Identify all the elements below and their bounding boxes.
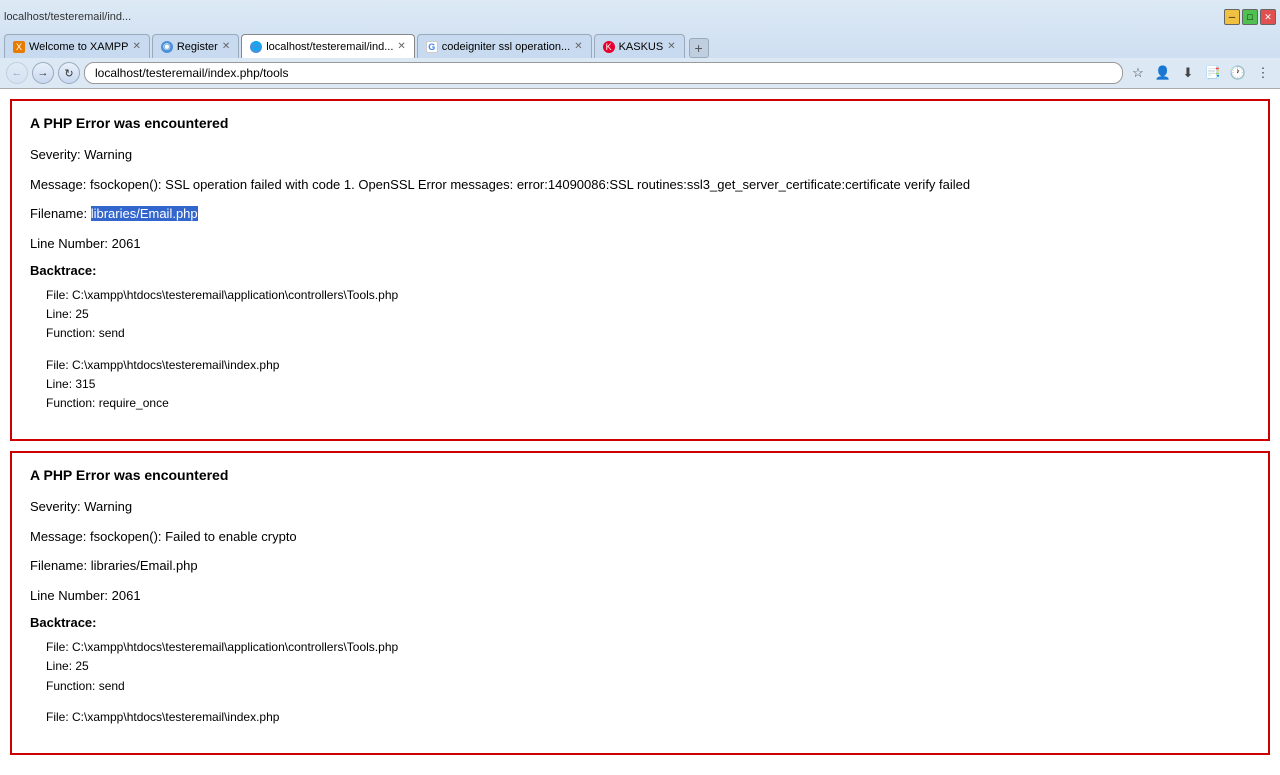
- filename-label-2: Filename:: [30, 558, 87, 573]
- error-linenumber-2: Line Number: 2061: [30, 586, 1250, 606]
- severity-value-1: Warning: [84, 147, 132, 162]
- window-title: localhost/testeremail/ind...: [4, 11, 131, 23]
- tab-localhost[interactable]: 🌐 localhost/testeremail/ind... ✕: [241, 34, 415, 58]
- backtrace-line-2-0: Line: 25: [46, 657, 1250, 676]
- browser-chrome: localhost/testeremail/ind... ─ □ ✕ X Wel…: [0, 0, 1280, 89]
- forward-button[interactable]: →: [32, 62, 54, 84]
- filename-value-2: libraries/Email.php: [91, 558, 198, 573]
- tab-xampp-label: Welcome to XAMPP: [29, 41, 128, 53]
- error-title-2: A PHP Error was encountered: [30, 467, 1250, 483]
- tab-register-close[interactable]: ✕: [222, 41, 230, 52]
- close-button[interactable]: ✕: [1260, 9, 1276, 25]
- tab-codeigniter-label: codeigniter ssl operation...: [442, 41, 570, 53]
- person-icon[interactable]: 👤: [1152, 62, 1174, 84]
- tab-codeigniter-icon: G: [426, 41, 438, 53]
- error-severity-2: Severity: Warning: [30, 497, 1250, 517]
- tab-xampp[interactable]: X Welcome to XAMPP ✕: [4, 34, 150, 58]
- backtrace-section-1: Backtrace: File: C:\xampp\htdocs\testere…: [30, 263, 1250, 413]
- tab-register-label: Register: [177, 41, 218, 53]
- backtrace-line-1-0: Line: 25: [46, 305, 1250, 324]
- backtrace-entry-1-1: File: C:\xampp\htdocs\testeremail\index.…: [46, 356, 1250, 414]
- message-value-2: fsockopen(): Failed to enable crypto: [90, 529, 297, 544]
- error-box-1: A PHP Error was encountered Severity: Wa…: [10, 99, 1270, 441]
- back-button[interactable]: ←: [6, 62, 28, 84]
- error-filename-1: Filename: libraries/Email.php: [30, 204, 1250, 224]
- tab-localhost-close[interactable]: ✕: [397, 41, 405, 52]
- linenumber-label-1: Line Number:: [30, 236, 108, 251]
- error-filename-2: Filename: libraries/Email.php: [30, 556, 1250, 576]
- toolbar-icons: ☆ 👤 ⬇ 📑 🕐 ⋮: [1127, 62, 1274, 84]
- tab-localhost-label: localhost/testeremail/ind...: [266, 41, 393, 53]
- backtrace-title-2: Backtrace:: [30, 615, 1250, 630]
- linenumber-label-2: Line Number:: [30, 588, 108, 603]
- tab-kaskus-label: KASKUS: [619, 41, 664, 53]
- linenumber-value-1: 2061: [112, 236, 141, 251]
- message-label-1: Message:: [30, 177, 86, 192]
- tabs-row: X Welcome to XAMPP ✕ ◉ Register ✕ 🌐 loca…: [0, 30, 1280, 58]
- backtrace-function-1-0: Function: send: [46, 324, 1250, 343]
- apps-icon[interactable]: ⋮: [1252, 62, 1274, 84]
- backtrace-section-2: Backtrace: File: C:\xampp\htdocs\testere…: [30, 615, 1250, 727]
- severity-value-2: Warning: [84, 499, 132, 514]
- error-linenumber-1: Line Number: 2061: [30, 234, 1250, 254]
- backtrace-file-2-0: File: C:\xampp\htdocs\testeremail\applic…: [46, 638, 1250, 657]
- error-message-2: Message: fsockopen(): Failed to enable c…: [30, 527, 1250, 547]
- new-tab-button[interactable]: +: [689, 38, 709, 58]
- backtrace-file-2-1: File: C:\xampp\htdocs\testeremail\index.…: [46, 708, 1250, 727]
- backtrace-line-1-1: Line: 315: [46, 375, 1250, 394]
- backtrace-file-1-1: File: C:\xampp\htdocs\testeremail\index.…: [46, 356, 1250, 375]
- error-title-1: A PHP Error was encountered: [30, 115, 1250, 131]
- backtrace-file-1-0: File: C:\xampp\htdocs\testeremail\applic…: [46, 286, 1250, 305]
- backtrace-function-1-1: Function: require_once: [46, 394, 1250, 413]
- window-controls: ─ □ ✕: [1224, 9, 1276, 25]
- backtrace-entry-2-0: File: C:\xampp\htdocs\testeremail\applic…: [46, 638, 1250, 696]
- address-bar-row: ← → ↻ ☆ 👤 ⬇ 📑 🕐 ⋮: [0, 58, 1280, 88]
- filename-value-1: libraries/Email.php: [91, 206, 198, 221]
- tab-kaskus-icon: K: [603, 41, 615, 53]
- bookmark-icon[interactable]: ☆: [1127, 62, 1149, 84]
- tab-register-icon: ◉: [161, 41, 173, 53]
- error-box-2: A PHP Error was encountered Severity: Wa…: [10, 451, 1270, 755]
- tab-codeigniter-close[interactable]: ✕: [574, 41, 582, 52]
- title-bar: localhost/testeremail/ind... ─ □ ✕: [0, 0, 1280, 30]
- backtrace-function-2-0: Function: send: [46, 677, 1250, 696]
- backtrace-entry-1-0: File: C:\xampp\htdocs\testeremail\applic…: [46, 286, 1250, 344]
- backtrace-entry-2-1: File: C:\xampp\htdocs\testeremail\index.…: [46, 708, 1250, 727]
- tab-kaskus-close[interactable]: ✕: [667, 41, 675, 52]
- message-value-1: fsockopen(): SSL operation failed with c…: [90, 177, 970, 192]
- tab-kaskus[interactable]: K KASKUS ✕: [594, 34, 685, 58]
- severity-label-1: Severity:: [30, 147, 81, 162]
- filename-label-1: Filename:: [30, 206, 87, 221]
- error-message-1: Message: fsockopen(): SSL operation fail…: [30, 175, 1250, 195]
- severity-label-2: Severity:: [30, 499, 81, 514]
- tab-register[interactable]: ◉ Register ✕: [152, 34, 239, 58]
- tab-codeigniter[interactable]: G codeigniter ssl operation... ✕: [417, 34, 592, 58]
- linenumber-value-2: 2061: [112, 588, 141, 603]
- address-input[interactable]: [84, 62, 1123, 84]
- backtrace-title-1: Backtrace:: [30, 263, 1250, 278]
- page-content: A PHP Error was encountered Severity: Wa…: [0, 89, 1280, 775]
- message-label-2: Message:: [30, 529, 86, 544]
- bookmarks-icon[interactable]: 📑: [1202, 62, 1224, 84]
- tab-localhost-icon: 🌐: [250, 41, 262, 53]
- download-icon[interactable]: ⬇: [1177, 62, 1199, 84]
- history-icon[interactable]: 🕐: [1227, 62, 1249, 84]
- error-severity-1: Severity: Warning: [30, 145, 1250, 165]
- refresh-button[interactable]: ↻: [58, 62, 80, 84]
- tab-xampp-close[interactable]: ✕: [132, 41, 140, 52]
- minimize-button[interactable]: ─: [1224, 9, 1240, 25]
- maximize-button[interactable]: □: [1242, 9, 1258, 25]
- tab-xampp-icon: X: [13, 41, 25, 53]
